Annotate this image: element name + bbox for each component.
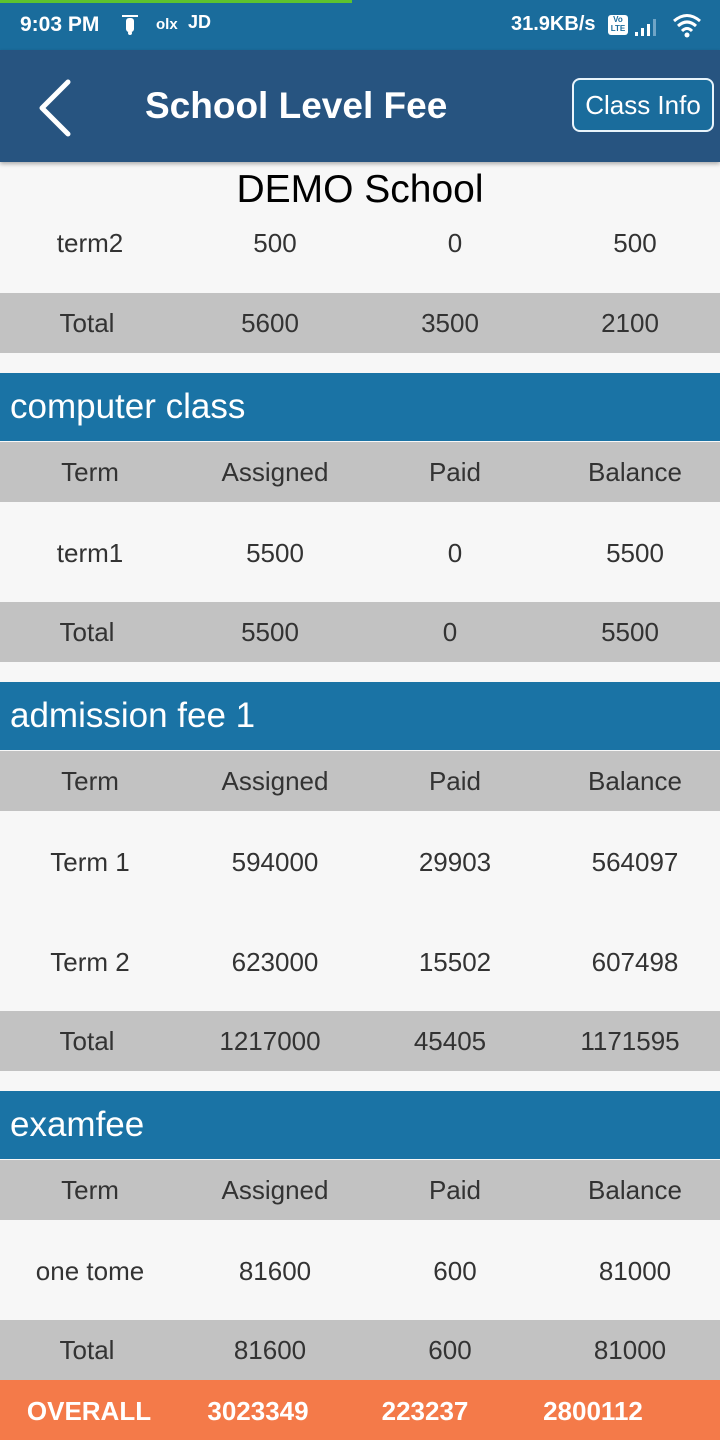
- balance-cell: 5500: [606, 538, 664, 568]
- class-info-button[interactable]: Class Info: [572, 78, 714, 132]
- term-cell: term1: [56, 538, 124, 568]
- network-speed: 31.9KB/s: [511, 13, 596, 35]
- assigned-cell: 623000: [231, 947, 319, 977]
- app-bar: School Level Fee Class Info: [0, 50, 720, 162]
- page-load-progress: [0, 0, 352, 3]
- paid-cell: 15502: [418, 947, 492, 977]
- header-assigned: Assigned: [221, 766, 329, 796]
- status-time: 9:03 PM: [20, 13, 100, 36]
- header-assigned: Assigned: [221, 1175, 329, 1205]
- page-title: School Level Fee: [145, 85, 448, 126]
- table-header: Term Assigned Paid Balance: [0, 1160, 720, 1220]
- paid-cell: 29903: [418, 847, 492, 877]
- volte-bottom: LTE: [610, 24, 626, 33]
- term-cell: term2: [56, 228, 124, 258]
- header-term: Term: [61, 457, 119, 487]
- olx-icon: olx: [156, 16, 178, 33]
- paid-cell: 0: [447, 538, 463, 568]
- header-balance: Balance: [588, 1175, 682, 1205]
- jd-icon: JD: [188, 12, 212, 32]
- paid-cell: 600: [433, 1256, 477, 1286]
- signal-icon: [635, 19, 656, 36]
- total-balance: 81000: [593, 1335, 667, 1365]
- total-label: Total: [59, 1026, 115, 1056]
- paid-cell: 0: [447, 228, 463, 258]
- header-paid: Paid: [428, 766, 482, 796]
- assigned-cell: 5500: [246, 538, 304, 568]
- term-cell: one tome: [35, 1256, 145, 1286]
- header-paid: Paid: [428, 1175, 482, 1205]
- header-balance: Balance: [588, 457, 682, 487]
- total-row: Total 1217000 45405 1171595: [0, 1011, 720, 1071]
- total-label: Total: [59, 1335, 115, 1365]
- total-balance: 1171595: [580, 1026, 680, 1056]
- total-row: Total 81600 600 81000: [0, 1320, 720, 1380]
- assigned-cell: 81600: [238, 1256, 312, 1286]
- overall-label: OVERALL: [26, 1396, 152, 1426]
- fee-row: term2 500 0 500: [0, 228, 720, 292]
- table-header: Term Assigned Paid Balance: [0, 442, 720, 502]
- total-label: Total: [59, 617, 115, 647]
- total-paid: 600: [428, 1335, 472, 1365]
- total-assigned: 5600: [241, 308, 299, 338]
- wifi-icon: [673, 14, 701, 38]
- overall-summary-bar: OVERALL 3023349 223237 2800112: [0, 1380, 720, 1440]
- term-cell: Term 1: [50, 847, 130, 877]
- assigned-cell: 594000: [231, 847, 319, 877]
- total-paid: 0: [442, 617, 458, 647]
- header-term: Term: [61, 1175, 119, 1205]
- overall-paid: 223237: [381, 1396, 469, 1426]
- section-title: examfee: [10, 1105, 145, 1144]
- section-title: admission fee 1: [10, 696, 256, 735]
- section-header-computer-class: computer class: [0, 373, 720, 441]
- back-arrow-icon[interactable]: [34, 78, 78, 138]
- volte-top: Vo: [613, 15, 623, 24]
- fee-row: term1 5500 0 5500: [0, 502, 720, 602]
- balance-cell: 607498: [591, 947, 679, 977]
- header-term: Term: [61, 766, 119, 796]
- status-bar: 9:03 PM olx JD 31.9KB/s Vo LTE: [0, 0, 720, 50]
- header-assigned: Assigned: [221, 457, 329, 487]
- volte-icon: Vo LTE: [608, 15, 628, 35]
- total-row: Total 5500 0 5500: [0, 602, 720, 662]
- total-paid: 3500: [421, 308, 479, 338]
- table-header: Term Assigned Paid Balance: [0, 751, 720, 811]
- total-assigned: 5500: [241, 617, 299, 647]
- term-cell: Term 2: [50, 947, 130, 977]
- fee-row: Term 2 623000 15502 607498: [0, 911, 720, 1011]
- section-header-examfee: examfee: [0, 1091, 720, 1159]
- total-assigned: 81600: [233, 1335, 307, 1365]
- fee-row: Term 1 594000 29903 564097: [0, 811, 720, 911]
- header-paid: Paid: [428, 457, 482, 487]
- fee-list[interactable]: DEMO School term2 500 0 500 Total 5600 3…: [0, 162, 720, 1380]
- fee-row: one tome 81600 600 81000: [0, 1220, 720, 1320]
- total-label: Total: [59, 308, 115, 338]
- total-row: Total 5600 3500 2100: [0, 293, 720, 353]
- balance-cell: 81000: [598, 1256, 672, 1286]
- total-balance: 2100: [601, 308, 659, 338]
- section-title: computer class: [10, 387, 246, 426]
- total-balance: 5500: [601, 617, 659, 647]
- total-assigned: 1217000: [219, 1026, 321, 1056]
- overall-assigned: 3023349: [207, 1396, 309, 1426]
- overall-balance: 2800112: [543, 1396, 643, 1426]
- school-name: DEMO School: [236, 168, 484, 211]
- total-paid: 45405: [413, 1026, 487, 1056]
- section-header-admission-fee: admission fee 1: [0, 682, 720, 750]
- scooter-icon: [121, 12, 139, 41]
- balance-cell: 564097: [591, 847, 679, 877]
- assigned-cell: 500: [253, 228, 297, 258]
- header-balance: Balance: [588, 766, 682, 796]
- balance-cell: 500: [613, 228, 657, 258]
